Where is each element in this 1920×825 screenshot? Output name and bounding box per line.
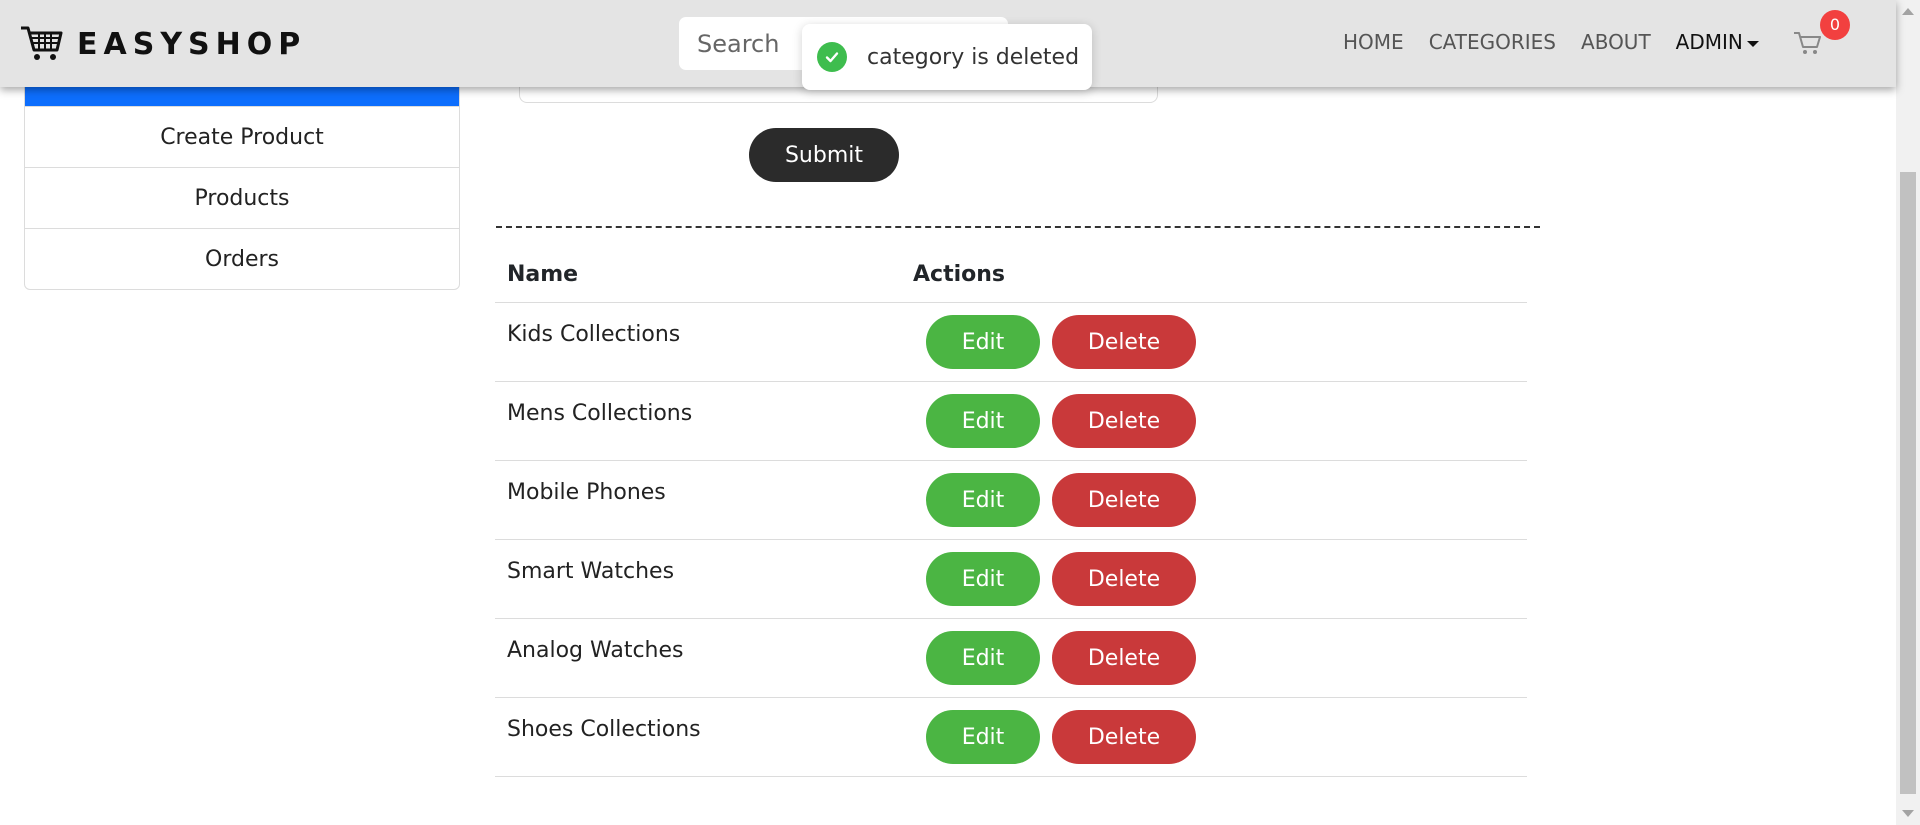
check-circle-icon [817, 42, 847, 72]
category-name: Smart Watches [507, 559, 675, 584]
submit-button[interactable]: Submit [749, 128, 899, 182]
nav-categories[interactable]: CATEGORIES [1429, 30, 1556, 54]
nav-admin-label: ADMIN [1675, 30, 1743, 54]
nav-admin-dropdown[interactable]: ADMIN [1676, 30, 1759, 54]
row-actions: Edit Delete [913, 552, 1527, 606]
row-actions: Edit Delete [913, 631, 1527, 685]
header-actions: Actions [913, 262, 1005, 287]
scroll-down-icon[interactable] [1902, 810, 1914, 817]
nav-links: HOME CATEGORIES ABOUT ADMIN [1343, 30, 1784, 54]
sidebar-item-orders[interactable]: Orders [25, 228, 459, 289]
brand-name: EASYSHOP [77, 26, 307, 62]
scroll-up-icon[interactable] [1902, 8, 1914, 15]
edit-button[interactable]: Edit [926, 473, 1040, 527]
category-name: Kids Collections [507, 322, 681, 347]
edit-button[interactable]: Edit [926, 315, 1040, 369]
table-row: Mens Collections Edit Delete [495, 382, 1527, 461]
delete-button[interactable]: Delete [1052, 473, 1196, 527]
table-row: Kids Collections Edit Delete [495, 303, 1527, 382]
cart-icon[interactable] [1793, 30, 1821, 56]
table-row: Shoes Collections Edit Delete [495, 698, 1527, 777]
row-actions: Edit Delete [913, 394, 1527, 448]
sidebar-item-create-product[interactable]: Create Product [25, 106, 459, 167]
table-header: Name Actions [495, 247, 1527, 303]
delete-button[interactable]: Delete [1052, 552, 1196, 606]
table-row: Smart Watches Edit Delete [495, 540, 1527, 619]
edit-button[interactable]: Edit [926, 710, 1040, 764]
nav-home[interactable]: HOME [1343, 30, 1404, 54]
brand[interactable]: EASYSHOP [19, 22, 306, 66]
categories-table: Name Actions Kids Collections Edit Delet… [495, 247, 1527, 777]
row-actions: Edit Delete [913, 710, 1527, 764]
row-actions: Edit Delete [913, 473, 1527, 527]
admin-sidebar: Create Product Products Orders [24, 60, 460, 290]
edit-button[interactable]: Edit [926, 631, 1040, 685]
category-name: Shoes Collections [507, 717, 701, 742]
scrollbar-thumb[interactable] [1900, 172, 1916, 794]
delete-button[interactable]: Delete [1052, 394, 1196, 448]
category-name: Analog Watches [507, 638, 684, 663]
table-row: Mobile Phones Edit Delete [495, 461, 1527, 540]
shopping-cart-icon [19, 22, 63, 66]
delete-button[interactable]: Delete [1052, 631, 1196, 685]
cart-count-badge: 0 [1820, 10, 1850, 40]
sidebar-item-products[interactable]: Products [25, 167, 459, 228]
edit-button[interactable]: Edit [926, 552, 1040, 606]
header-name: Name [507, 262, 579, 287]
toast-notification: category is deleted [802, 24, 1092, 90]
caret-down-icon [1746, 40, 1759, 47]
delete-button[interactable]: Delete [1052, 710, 1196, 764]
toast-message: category is deleted [867, 44, 1080, 70]
row-actions: Edit Delete [913, 315, 1527, 369]
category-name: Mobile Phones [507, 480, 666, 505]
category-name: Mens Collections [507, 401, 693, 426]
table-row: Analog Watches Edit Delete [495, 619, 1527, 698]
edit-button[interactable]: Edit [926, 394, 1040, 448]
nav-about[interactable]: ABOUT [1581, 30, 1651, 54]
page-scrollbar[interactable] [1896, 0, 1920, 825]
divider [496, 226, 1540, 228]
delete-button[interactable]: Delete [1052, 315, 1196, 369]
